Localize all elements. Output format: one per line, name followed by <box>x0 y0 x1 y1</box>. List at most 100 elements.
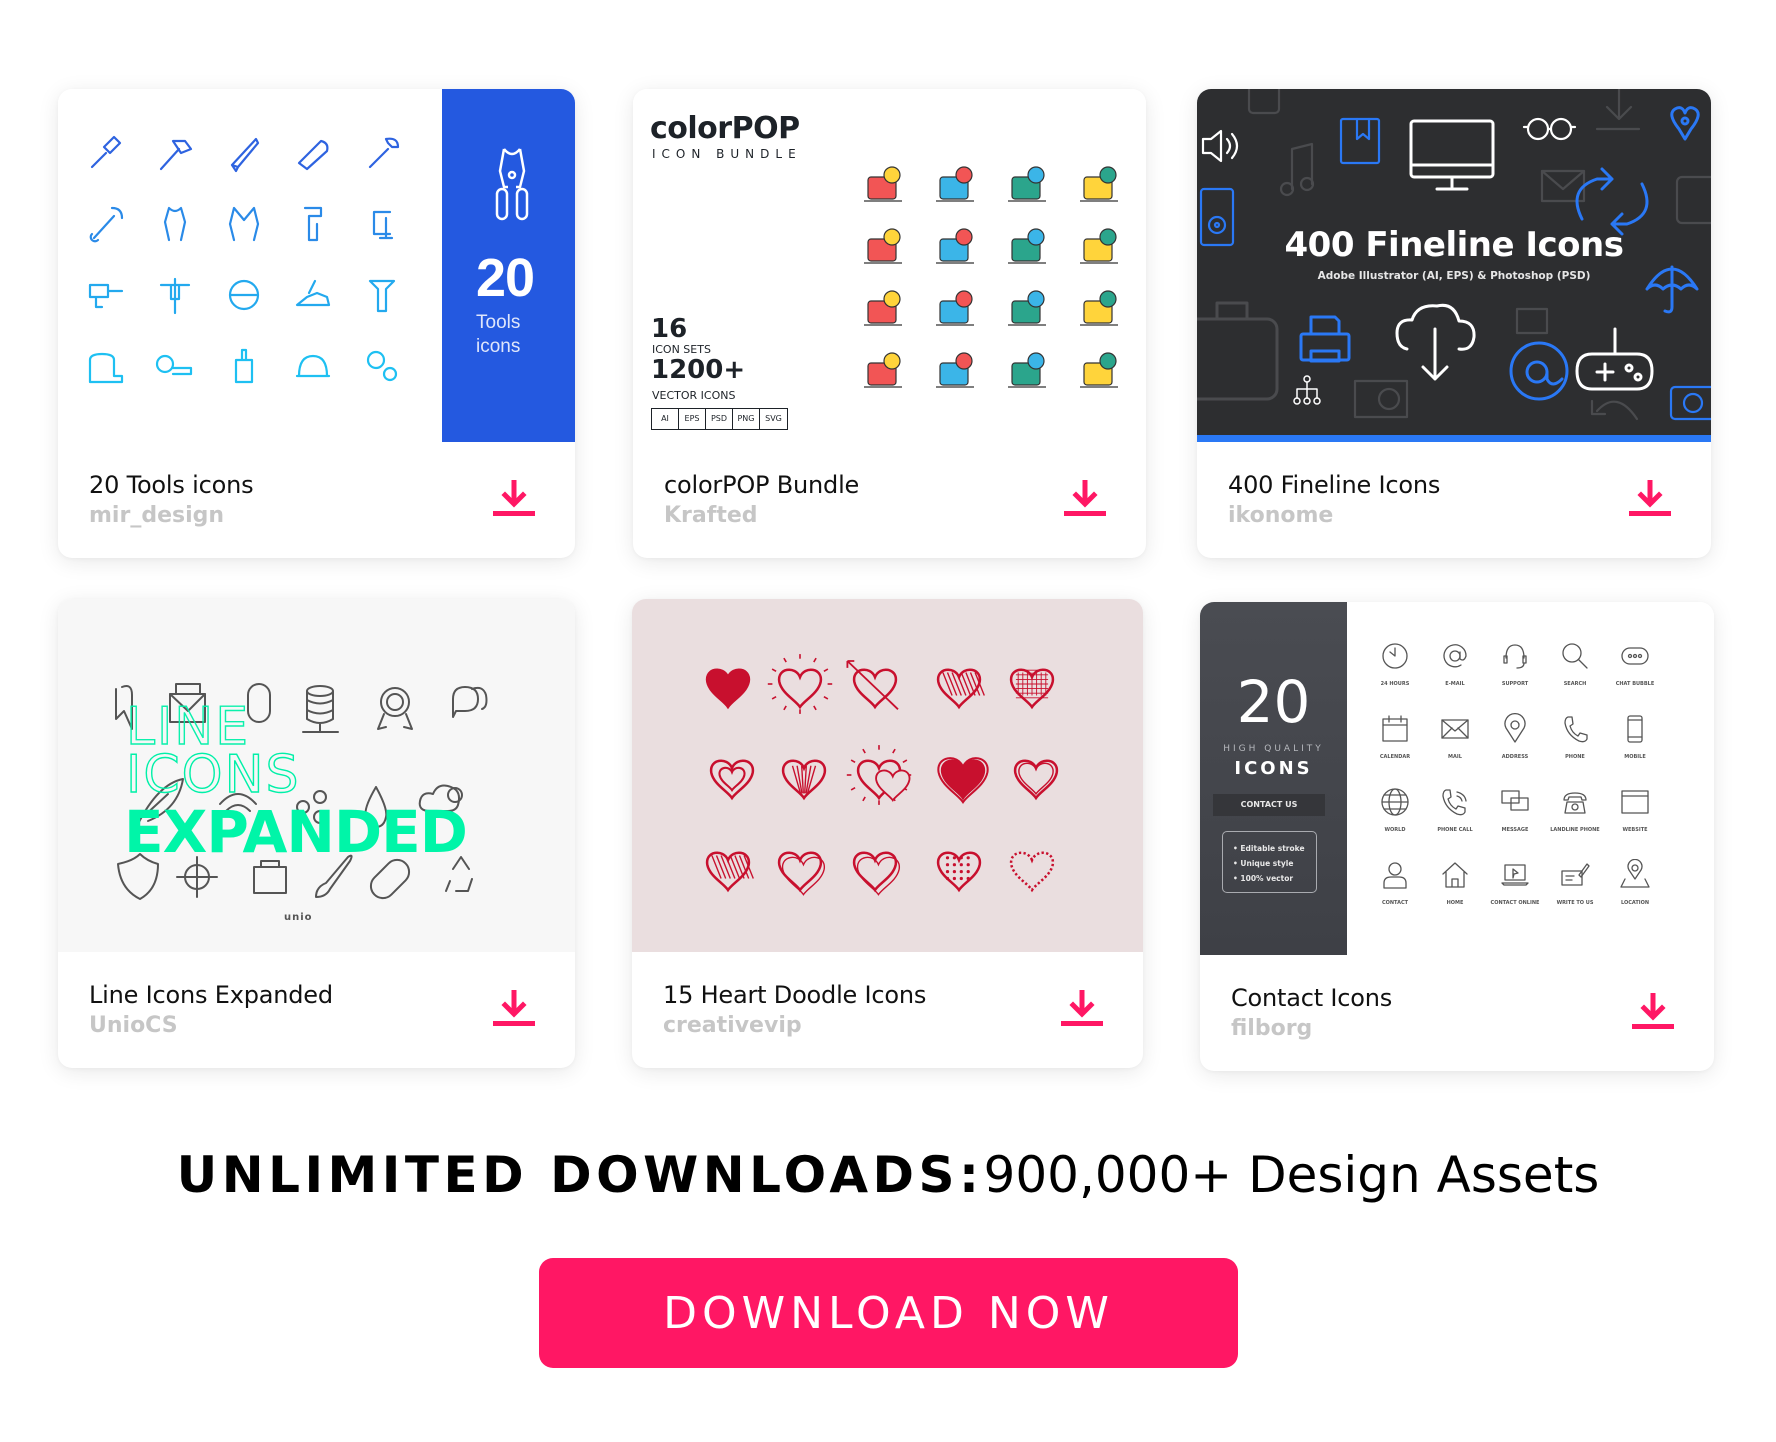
colorpop-icon-grid <box>864 166 1118 388</box>
feature-list: • Editable stroke • Unique style • 100% … <box>1222 831 1317 893</box>
contact-icon-label: LOCATION <box>1620 900 1650 906</box>
game-controller-icon <box>1080 166 1118 202</box>
card-author[interactable]: mir_design <box>89 503 224 528</box>
contact-icon-item: SUPPORT <box>1485 640 1545 713</box>
product-thumbnail[interactable]: 20 HIGH QUALITY ICONS CONTACT US • Edita… <box>1200 602 1714 955</box>
contact-icon-label: WRITE TO US <box>1556 900 1594 906</box>
clock-24-icon <box>1382 643 1408 669</box>
promo-headline-regular: 900,000+ Design Assets <box>983 1146 1600 1204</box>
card-title[interactable]: colorPOP Bundle <box>664 471 859 499</box>
product-card[interactable]: 20 HIGH QUALITY ICONS CONTACT US • Edita… <box>1200 602 1714 1071</box>
gamepad-icon <box>1575 327 1654 391</box>
pie-chart-icon <box>864 166 902 202</box>
card-author[interactable]: filborg <box>1231 1016 1312 1041</box>
heart-doodle-icon <box>937 851 981 893</box>
contact-icon-item: MESSAGE <box>1485 786 1545 859</box>
download-now-button[interactable]: DOWNLOAD NOW <box>539 1258 1238 1368</box>
download-button[interactable] <box>1061 990 1103 1030</box>
radio-icon <box>1353 379 1409 419</box>
product-card[interactable]: 15 Heart Doodle Icons creativevip <box>632 599 1143 1068</box>
wire-stripper-icon <box>228 206 260 242</box>
contact-icon-label: 24 HOURS <box>1380 681 1410 687</box>
card-author[interactable]: Krafted <box>664 503 758 528</box>
download-button[interactable] <box>493 990 535 1030</box>
award-icon <box>377 687 413 730</box>
chat-bubble-icon <box>1621 647 1649 665</box>
product-card[interactable]: LINE ICONS EXPANDED unio Line Icons Expa… <box>58 599 575 1068</box>
product-thumbnail[interactable]: colorPOP ICON BUNDLE 16 ICON SETS 1200+ … <box>633 89 1146 442</box>
download-button[interactable] <box>1632 993 1674 1033</box>
product-card[interactable]: colorPOP ICON BUNDLE 16 ICON SETS 1200+ … <box>633 89 1146 558</box>
product-thumbnail[interactable]: 20 Tools icons <box>58 89 575 442</box>
landline-phone-icon <box>1563 792 1587 814</box>
contact-icon-item: WORLD <box>1365 786 1425 859</box>
c-clamp-icon <box>372 210 394 240</box>
heart-doodle-icon <box>782 759 826 801</box>
contact-icon <box>1383 862 1407 889</box>
heart-doodle-icon <box>846 660 899 710</box>
format-badge: EPS <box>679 409 706 429</box>
download-icon <box>1064 480 1106 516</box>
card-title[interactable]: 20 Tools icons <box>89 471 254 499</box>
contact-icon-item: CONTACT <box>1365 859 1425 932</box>
handshake-icon <box>936 290 974 326</box>
card-author[interactable]: creativevip <box>663 1013 802 1038</box>
contact-icon-item: LOCATION <box>1605 859 1665 932</box>
payment-icon <box>864 352 902 388</box>
card-title[interactable]: Contact Icons <box>1231 984 1392 1012</box>
thumbnail-brand: colorPOP <box>650 111 800 146</box>
product-thumbnail[interactable] <box>632 599 1143 952</box>
card-title[interactable]: Line Icons Expanded <box>89 981 333 1009</box>
contact-icon-label: PHONE CALL <box>1437 827 1473 833</box>
thumbnail-side-panel: 20 HIGH QUALITY ICONS CONTACT US • Edita… <box>1200 602 1347 955</box>
card-title[interactable]: 15 Heart Doodle Icons <box>663 981 926 1009</box>
download-button[interactable] <box>1064 480 1106 520</box>
measuring-tape-icon <box>155 354 193 376</box>
format-badge: PNG <box>733 409 760 429</box>
laptop-icon <box>1501 864 1529 886</box>
hand-plane-icon <box>295 279 331 307</box>
contact-icon-label: WORLD <box>1384 827 1406 833</box>
format-badge: SVG <box>765 414 782 423</box>
download-button[interactable] <box>493 480 535 520</box>
product-thumbnail[interactable]: 400 Fineline Icons Adobe Illustrator (AI… <box>1197 89 1711 442</box>
hacksaw-icon <box>297 139 329 171</box>
heart-doodle-icon <box>937 757 989 804</box>
product-card[interactable]: 20 Tools icons 20 Tools icons mir_design <box>58 89 575 558</box>
bitcoin-mining-icon <box>864 228 902 264</box>
download-button[interactable] <box>1629 480 1671 520</box>
jackhammer-icon <box>159 277 191 315</box>
glasses-icon <box>1522 117 1577 141</box>
thumbnail-count: 20 <box>1236 668 1311 736</box>
contact-icon-item: CHAT BUBBLE <box>1605 640 1665 713</box>
contact-icon-item: ADDRESS <box>1485 713 1545 786</box>
thumbnail-count: 20 <box>476 248 535 308</box>
promo-headline: UNLIMITED DOWNLOADS:900,000+ Design Asse… <box>0 1146 1776 1204</box>
heart-doodle-icon <box>1014 759 1058 801</box>
contact-icon-item: PHONE CALL <box>1425 786 1485 859</box>
cannabis-icon <box>1080 228 1118 264</box>
contact-icon-label: WEBSITE <box>1622 827 1648 833</box>
cloud-download-icon <box>1395 303 1476 381</box>
promo-headline-bold: UNLIMITED DOWNLOADS: <box>176 1146 984 1204</box>
download-icon <box>1061 990 1103 1026</box>
calendar-icon <box>1382 715 1408 742</box>
adjustable-wrench-icon <box>368 137 400 169</box>
product-thumbnail[interactable]: LINE ICONS EXPANDED unio <box>58 599 575 952</box>
download-icon <box>493 480 535 516</box>
contact-icon-label: SUPPORT <box>1501 681 1529 687</box>
keyboard-icon <box>1675 175 1711 225</box>
card-author[interactable]: ikonome <box>1228 503 1333 528</box>
thumbnail-subline: Adobe Illustrator (AI, EPS) & Photoshop … <box>1317 270 1591 282</box>
card-title[interactable]: 400 Fineline Icons <box>1228 471 1440 499</box>
bookmark-book-icon <box>1339 117 1381 165</box>
heart-doodle-icon <box>1010 851 1054 893</box>
contact-icon-item: E-MAIL <box>1425 640 1485 713</box>
card-author[interactable]: UnioCS <box>89 1013 178 1038</box>
undo-icon <box>1590 399 1639 421</box>
hard-hat-icon <box>295 354 331 378</box>
heart-doodle-grid <box>706 654 1058 896</box>
product-card[interactable]: 400 Fineline Icons Adobe Illustrator (AI… <box>1197 89 1711 558</box>
contact-icon-label: PHONE <box>1565 754 1585 760</box>
tools-icon-grid <box>88 135 400 384</box>
